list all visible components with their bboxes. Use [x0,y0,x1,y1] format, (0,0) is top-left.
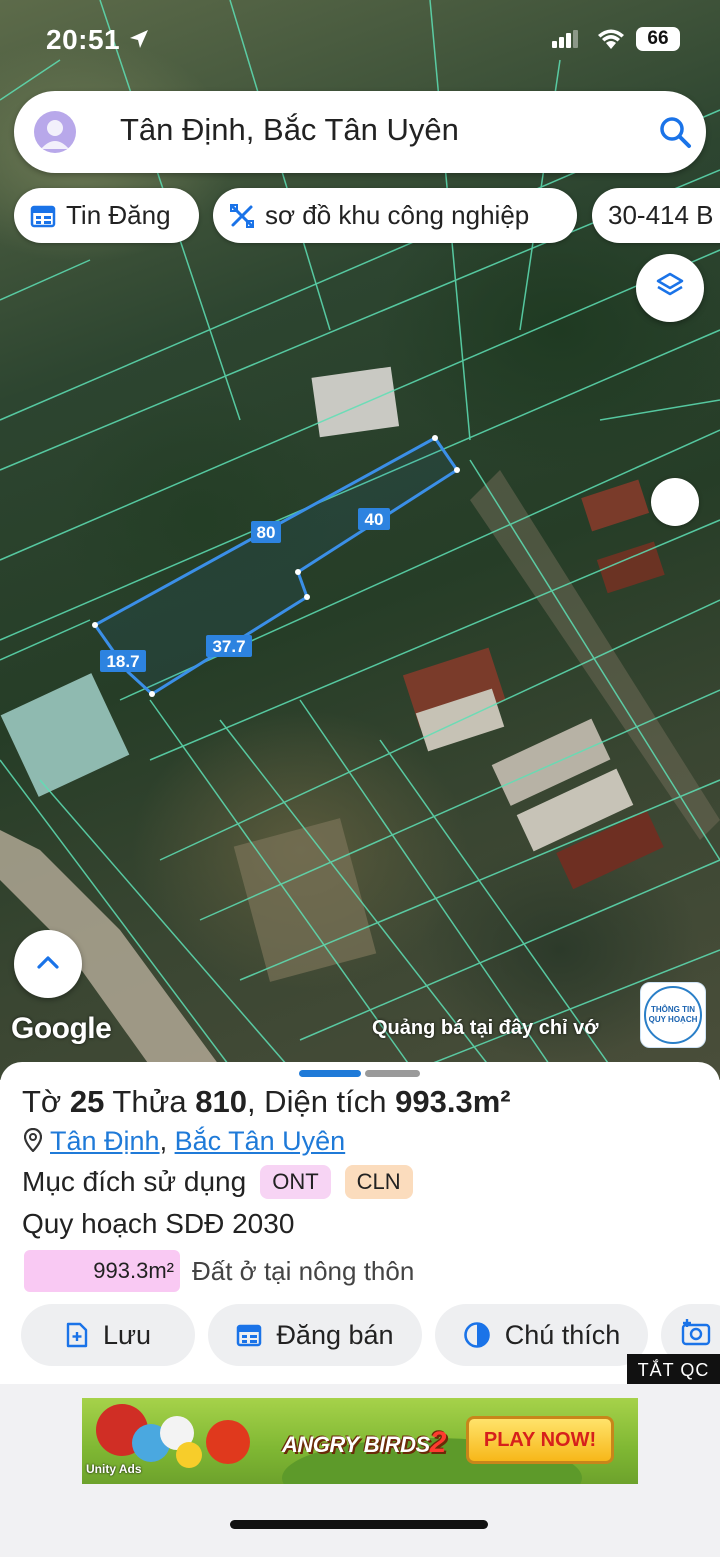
tag-cln[interactable]: CLN [344,1165,413,1199]
chip-label: 30-414 B [608,200,714,230]
search-icon[interactable] [658,115,692,154]
chip-label: sơ đồ khu công nghiệp [265,200,530,230]
parcel-info-sheet: Tờ 25 Thửa 810, Diện tích 993.3m² Tân Đị… [0,1062,720,1384]
battery-indicator: 66 [636,27,680,51]
area-prefix: , Diện tích [246,1084,396,1119]
plot-number: 810 [195,1084,247,1119]
sheet-number: 25 [69,1084,105,1119]
location-arrow-icon [128,28,150,55]
chip-so-do-khu-cong-nghiep[interactable]: sơ đồ khu công nghiệp [213,188,577,243]
address-separator: , [159,1126,175,1156]
yellow-bird-image [176,1442,202,1468]
field [233,818,377,982]
red-bird-image [206,1420,250,1464]
map-view[interactable]: 80 40 37.7 18.7 20:51 66 Tân Định, Bắc T… [0,0,720,1080]
purpose-label: Mục đích sử dụng [22,1166,247,1197]
search-bar[interactable]: Tân Định, Bắc Tân Uyên [14,91,706,173]
legend-label: Chú thích [504,1319,621,1350]
edge-length-18-7: 18.7 [106,652,139,671]
calendar-icon [236,1323,262,1347]
save-button[interactable]: Lưu [21,1304,195,1366]
contrast-icon [463,1321,491,1349]
plan-area-chip: 993.3m² [24,1250,180,1292]
tools-icon [229,203,255,229]
edge-length-80: 80 [257,523,276,542]
ad-container: ANGRY BIRDS2 PLAY NOW! Unity Ads [0,1384,720,1557]
clock: 20:51 [46,24,121,55]
layers-icon [655,271,685,306]
area-value: 993.3m² [395,1084,511,1119]
badge-line-1: THÔNG TIN [651,1005,695,1015]
close-ad-button[interactable]: TẮT QC [627,1354,720,1386]
edge-length-40: 40 [365,510,384,529]
edge-label: 37.7 [206,635,252,657]
play-now-button[interactable]: PLAY NOW! [466,1416,614,1464]
parcel-address: Tân Định, Bắc Tân Uyên [23,1126,346,1159]
promo-text[interactable]: Quảng bá tại đây chỉ vớ [372,1017,640,1040]
floating-assistive-button[interactable] [651,478,699,526]
land-use-purpose: Mục đích sử dụng ONT CLN [22,1165,413,1199]
save-add-icon [65,1322,89,1348]
expand-up-button[interactable] [14,930,82,998]
wifi-icon [597,28,625,55]
chip-tin-dang[interactable]: Tin Đăng [14,188,199,243]
google-attribution: Google [11,1012,112,1045]
plan-label: Quy hoạch SDĐ 2030 [22,1208,295,1239]
house-roof [0,673,130,797]
ad-logo-text: ANGRY BIRDS [282,1432,430,1457]
planning-info-badge[interactable]: THÔNG TIN QUY HOẠCH [640,982,706,1048]
sheet-prefix: Tờ [22,1084,70,1119]
chip-label: Tin Đăng [66,200,171,230]
plot-prefix: Thửa [104,1084,196,1119]
search-query[interactable]: Tân Định, Bắc Tân Uyên [120,112,459,148]
district-link[interactable]: Bắc Tân Uyên [175,1126,346,1156]
post-for-sale-button[interactable]: Đăng bán [208,1304,422,1366]
chevron-up-icon [36,954,60,975]
edge-label: 80 [251,521,281,543]
badge-line-2: QUY HOẠCH [648,1015,698,1024]
layers-button[interactable] [636,254,704,322]
sheet-handle-active[interactable] [299,1070,361,1077]
status-bar: 20:51 66 [0,22,720,62]
camera-add-icon [681,1318,711,1353]
ward-link[interactable]: Tân Định [50,1126,160,1156]
house-roof [311,366,400,438]
tag-ont[interactable]: ONT [260,1165,331,1199]
location-pin-icon [23,1127,43,1159]
edge-length-37-7: 37.7 [212,637,245,656]
calendar-icon [30,204,56,228]
post-for-sale-label: Đăng bán [276,1319,394,1350]
ad-logo: ANGRY BIRDS2 [282,1426,446,1460]
avatar[interactable] [34,111,76,153]
home-indicator[interactable] [230,1520,488,1529]
edge-label: 18.7 [100,650,146,672]
chip-plan-code[interactable]: 30-414 B [592,188,720,243]
ad-banner[interactable]: ANGRY BIRDS2 PLAY NOW! Unity Ads [82,1398,638,1484]
ad-logo-number: 2 [429,1426,447,1459]
plan-area-description: Đất ở tại nông thôn [192,1255,415,1286]
legend-button[interactable]: Chú thích [435,1304,648,1366]
parcel-title: Tờ 25 Thửa 810, Diện tích 993.3m² [22,1084,511,1120]
sheet-handle[interactable] [365,1070,420,1077]
unity-ads-label: Unity Ads [86,1462,142,1476]
action-buttons: Lưu Đăng bán Chú thích [0,1304,720,1368]
edge-label: 40 [358,508,390,530]
save-label: Lưu [102,1319,152,1350]
selected-parcel[interactable] [92,436,460,696]
cellular-signal-icon [552,30,578,53]
plan-area-row: 993.3m² Đất ở tại nông thôn [24,1250,414,1292]
